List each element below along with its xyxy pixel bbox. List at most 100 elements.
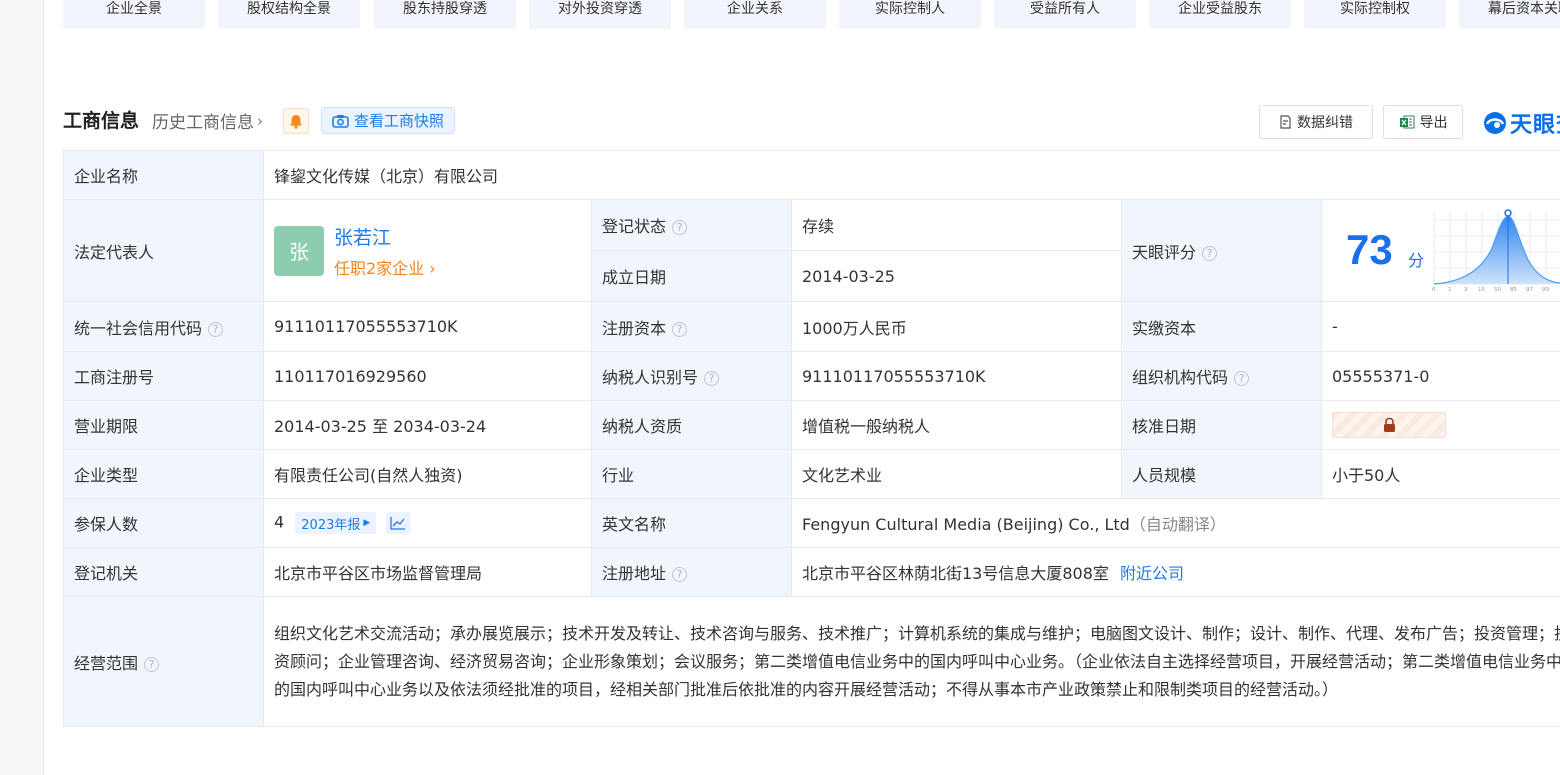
taxpayer-id-label-cell: 纳税人识别号? <box>591 351 792 401</box>
data-correction-label: 数据纠错 <box>1297 115 1353 131</box>
history-info-link[interactable]: 历史工商信息 › <box>152 108 263 134</box>
chevron-right-icon: › <box>424 258 436 278</box>
org-code-label: 组织机构代码 <box>1132 368 1229 387</box>
help-icon[interactable]: ? <box>704 371 720 386</box>
annual-report-badge[interactable]: 2023年报 ▶ <box>295 512 377 534</box>
view-snapshot-label: 查看工商快照 <box>354 112 445 130</box>
table-row: 营业期限 2014-03-25 至 2034-03-24 纳税人资质 增值税一般… <box>63 400 1560 450</box>
legal-rep-name-link[interactable]: 张若江 <box>334 223 436 250</box>
export-button[interactable]: 导出 <box>1383 105 1463 139</box>
scope-label-cell: 经营范围? <box>63 596 264 727</box>
view-snapshot-button[interactable]: 查看工商快照 <box>321 107 455 134</box>
reg-no-label: 工商注册号 <box>63 351 264 401</box>
term-label: 营业期限 <box>63 400 264 450</box>
legal-rep-jobs-link[interactable]: 任职2家企业 › <box>334 255 436 279</box>
insured-label: 参保人数 <box>63 498 264 548</box>
help-icon[interactable]: ? <box>208 321 224 337</box>
line-chart-icon <box>390 517 406 530</box>
nav-tab-enterprise-relations[interactable]: 企业关系 <box>684 0 826 29</box>
help-icon[interactable]: ? <box>144 656 160 672</box>
help-icon[interactable]: ? <box>672 567 688 582</box>
nav-tab-beneficial-owner[interactable]: 受益所有人 <box>994 0 1136 29</box>
industry-label: 行业 <box>591 449 792 499</box>
type-value: 有限责任公司(自然人独资) <box>263 449 592 499</box>
chart-tick: 1 <box>1448 287 1452 293</box>
history-info-label: 历史工商信息 <box>152 113 254 133</box>
left-sidebar-strip <box>0 0 44 775</box>
score-label: 天眼评分 <box>1132 242 1197 262</box>
chart-tick: 15 <box>1478 287 1485 293</box>
score-value: 73 <box>1346 226 1393 273</box>
reg-status-value: 存续 <box>791 199 1122 251</box>
industry-value: 文化艺术业 <box>791 449 1122 499</box>
nav-tab-capital-relations[interactable]: 幕后资本关联 <box>1459 0 1560 29</box>
vip-locked-field[interactable] <box>1332 412 1446 438</box>
chart-tick: 97 <box>1526 287 1533 293</box>
avatar[interactable]: 张 <box>274 225 324 276</box>
auto-translate-note: （自动翻译） <box>1129 515 1226 534</box>
authority-value: 北京市平谷区市场监督管理局 <box>263 547 592 597</box>
trend-chart-button[interactable] <box>386 512 411 534</box>
nav-tab-equity-structure[interactable]: 股权结构全景 <box>218 0 360 29</box>
reg-no-value: 110117016929560 <box>263 351 592 401</box>
table-row: 参保人数 4 2023年报 ▶ 英文名称 Fengyun Cultural Med… <box>63 498 1560 548</box>
help-icon[interactable]: ? <box>1202 245 1218 261</box>
data-correction-button[interactable]: 数据纠错 <box>1259 105 1373 139</box>
authority-label: 登记机关 <box>63 547 264 597</box>
annual-report-label: 2023年报 <box>301 517 361 533</box>
score-unit: 分 <box>1408 251 1425 270</box>
table-row: 企业类型 有限责任公司(自然人独资) 行业 文化艺术业 人员规模 小于50人 <box>63 449 1560 499</box>
nav-tab-investment-penetration[interactable]: 对外投资穿透 <box>529 0 671 29</box>
logo-eye-icon <box>1484 112 1506 134</box>
taxpayer-qual-value: 增值税一般纳税人 <box>791 400 1122 450</box>
nav-tab-overview[interactable]: 企业全景 <box>63 0 205 29</box>
logo-text: 天眼查 <box>1510 113 1560 138</box>
insured-value: 4 <box>274 512 285 532</box>
approve-date-cell <box>1320 400 1560 450</box>
org-code-label-cell: 组织机构代码? <box>1121 351 1322 401</box>
table-row: 法定代表人 张 张若江 任职2家企业 › 登记状态? 存续 天眼评分? 73 分 <box>63 199 1560 302</box>
edit-document-icon <box>1280 115 1291 129</box>
credit-code-label: 统一社会信用代码 <box>74 318 203 338</box>
chart-tick: 3 <box>1464 287 1468 293</box>
monitor-bell-button[interactable] <box>283 108 309 134</box>
paid-capital-label: 实缴资本 <box>1121 301 1322 352</box>
legal-rep-cell: 张 张若江 任职2家企业 › <box>263 199 592 302</box>
staff-value: 小于50人 <box>1320 449 1560 499</box>
table-row: 企业名称 锋鋆文化传媒（北京）有限公司 <box>63 150 1560 200</box>
nav-tab-beneficial-shareholder[interactable]: 企业受益股东 <box>1149 0 1291 29</box>
tianyan-score-cell[interactable]: 73 分 0 1 3 15 50 85 97 99 <box>1320 199 1560 302</box>
approve-date-label: 核准日期 <box>1121 400 1322 450</box>
taxpayer-id-value: 91110117055553710K <box>791 351 1122 401</box>
en-name-cell: Fengyun Cultural Media (Beijing) Co., Lt… <box>790 498 1560 548</box>
address-value: 北京市平谷区林荫北街13号信息大厦808室 <box>802 564 1109 583</box>
chart-tick: 85 <box>1510 287 1517 293</box>
tianyancha-logo: 天眼查 <box>1482 107 1560 139</box>
address-label-cell: 注册地址? <box>591 547 792 597</box>
nav-tab-control-right[interactable]: 实际控制权 <box>1304 0 1446 29</box>
table-row: 经营范围? 组织文化艺术交流活动；承办展览展示；技术开发及转让、技术咨询与服务、… <box>63 596 1560 727</box>
type-label: 企业类型 <box>63 449 264 499</box>
reg-capital-label-cell: 注册资本? <box>591 301 792 352</box>
help-icon[interactable]: ? <box>1234 371 1250 386</box>
legal-rep-label: 法定代表人 <box>63 199 264 302</box>
org-code-value: 05555371-0 <box>1320 351 1560 401</box>
camera-icon <box>332 114 349 128</box>
help-icon[interactable]: ? <box>672 220 688 235</box>
staff-label: 人员规模 <box>1121 449 1322 499</box>
nearby-companies-link[interactable]: 附近公司 <box>1120 564 1184 583</box>
help-icon[interactable]: ? <box>672 321 688 337</box>
table-row: 统一社会信用代码? 91110117055553710K 注册资本? 1000万… <box>63 301 1560 352</box>
relation-nav-tabs: 企业全景 股权结构全景 股东持股穿透 对外投资穿透 企业关系 实际控制人 受益所… <box>63 0 1560 30</box>
chart-tick: 50 <box>1494 287 1501 293</box>
nav-tab-shareholder-penetration[interactable]: 股东持股穿透 <box>374 0 516 29</box>
caret-right-icon: ▶ <box>363 518 371 528</box>
en-name-label: 英文名称 <box>591 498 792 548</box>
address-cell: 北京市平谷区林荫北街13号信息大厦808室 附近公司 <box>790 547 1560 597</box>
address-label: 注册地址 <box>602 564 667 583</box>
reg-status-label-cell: 登记状态? <box>591 199 792 251</box>
nav-tab-actual-controller[interactable]: 实际控制人 <box>839 0 981 29</box>
chevron-right-icon: › <box>257 111 263 130</box>
table-row: 登记机关 北京市平谷区市场监督管理局 注册地址? 北京市平谷区林荫北街13号信息… <box>63 547 1560 597</box>
reg-status-label: 登记状态 <box>602 217 667 236</box>
